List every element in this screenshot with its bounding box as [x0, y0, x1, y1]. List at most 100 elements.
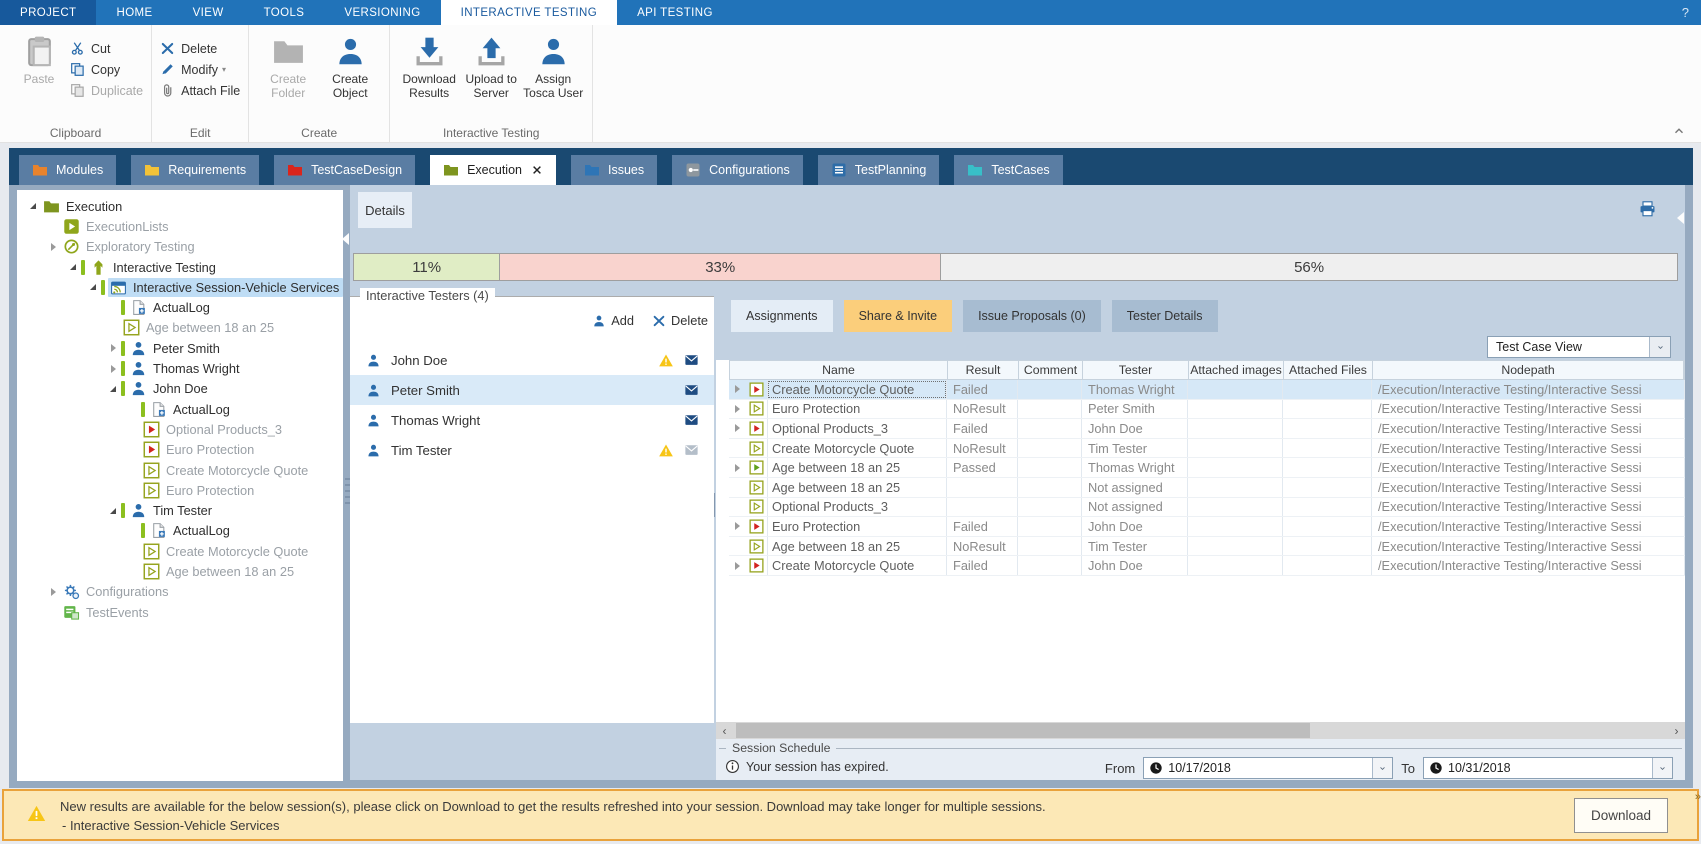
expander-closed-icon[interactable] — [45, 243, 61, 251]
row-expander-icon[interactable] — [729, 458, 745, 477]
tab-assignments[interactable]: Assignments — [731, 300, 833, 332]
tab-share-invite[interactable]: Share & Invite — [844, 300, 953, 332]
tab-modules[interactable]: Modules — [19, 155, 116, 185]
row-expander-icon[interactable] — [729, 400, 745, 419]
ribbon-button-delete[interactable]: Delete — [160, 38, 240, 59]
menu-item-home[interactable]: HOME — [96, 0, 172, 25]
menu-item-api-testing[interactable]: API TESTING — [617, 0, 733, 25]
ribbon-button-assign-tosca-user[interactable]: AssignTosca User — [522, 29, 584, 100]
from-date-picker[interactable]: 10/17/2018 — [1143, 757, 1393, 779]
tree-item-john-doe[interactable]: John Doe — [17, 379, 343, 399]
tree-item-euro-protection[interactable]: Euro Protection — [17, 440, 343, 460]
tree-item-peter-smith[interactable]: Peter Smith — [17, 338, 343, 358]
ribbon-button-modify[interactable]: Modify▾ — [160, 59, 240, 80]
menu-item-view[interactable]: VIEW — [173, 0, 244, 25]
ribbon-button-create-object[interactable]: CreateObject — [319, 29, 381, 100]
scrollbar-thumb[interactable] — [736, 723, 1310, 738]
tree-item-actuallog[interactable]: ActualLog — [17, 521, 343, 541]
table-row[interactable]: Age between 18 an 25NoResultTim Tester/E… — [729, 537, 1685, 557]
table-row[interactable]: Create Motorcycle QuoteNoResultTim Teste… — [729, 439, 1685, 459]
table-row[interactable]: Age between 18 an 25PassedThomas Wright/… — [729, 458, 1685, 478]
view-mode-dropdown-button[interactable] — [1649, 337, 1670, 357]
expander-open-icon[interactable] — [65, 264, 81, 270]
expander-closed-icon[interactable] — [105, 344, 121, 352]
table-row[interactable]: Euro ProtectionNoResultPeter Smith/Execu… — [729, 400, 1685, 420]
tree-item-configurations[interactable]: Configurations — [17, 582, 343, 602]
ribbon-button-download-results[interactable]: DownloadResults — [398, 29, 460, 100]
column-header-name[interactable]: Name — [730, 361, 948, 379]
ribbon-button-copy[interactable]: Copy — [70, 59, 143, 80]
tab-testplanning[interactable]: TestPlanning — [818, 155, 940, 185]
tree-item-optional-products-3[interactable]: Optional Products_3 — [17, 419, 343, 439]
row-expander-icon[interactable] — [729, 517, 745, 536]
horizontal-scrollbar[interactable]: ‹ › — [716, 722, 1685, 739]
tree-item-actuallog[interactable]: ActualLog — [17, 297, 343, 317]
from-date-dropdown-button[interactable] — [1372, 758, 1392, 778]
table-row[interactable]: Create Motorcycle QuoteFailedThomas Wrig… — [729, 380, 1685, 400]
table-row[interactable]: Age between 18 an 25Not assigned/Executi… — [729, 478, 1685, 498]
tree-item-testevents[interactable]: TestEvents — [17, 602, 343, 622]
tab-testcasedesign[interactable]: TestCaseDesign — [274, 155, 415, 185]
tester-row-tim-tester[interactable]: Tim Tester — [350, 435, 714, 465]
tree-item-interactive-session-vehicle-services[interactable]: Interactive Session-Vehicle Services — [17, 277, 343, 297]
notification-chevron-icon[interactable]: » — [1695, 791, 1701, 803]
menu-item-project[interactable]: PROJECT — [0, 0, 96, 25]
scroll-left-arrow[interactable]: ‹ — [716, 722, 733, 739]
expander-open-icon[interactable] — [105, 508, 121, 514]
column-header-nodepath[interactable]: Nodepath — [1373, 361, 1684, 379]
tester-row-thomas-wright[interactable]: Thomas Wright — [350, 405, 714, 435]
tree-item-execution[interactable]: Execution — [17, 196, 343, 216]
to-date-picker[interactable]: 10/31/2018 — [1423, 757, 1673, 779]
tester-row-john-doe[interactable]: John Doe — [350, 345, 714, 375]
table-row[interactable]: Optional Products_3Not assigned/Executio… — [729, 498, 1685, 518]
menu-item-tools[interactable]: TOOLS — [244, 0, 325, 25]
tree-item-tim-tester[interactable]: Tim Tester — [17, 500, 343, 520]
menu-item-versioning[interactable]: VERSIONING — [324, 0, 440, 25]
tree-item-create-motorcycle-quote[interactable]: Create Motorcycle Quote — [17, 460, 343, 480]
row-expander-icon[interactable] — [729, 556, 745, 575]
ribbon-button-attach-file[interactable]: Attach File — [160, 80, 240, 101]
table-row[interactable]: Create Motorcycle QuoteFailedJohn Doe/Ex… — [729, 556, 1685, 576]
view-mode-select[interactable]: Test Case View — [1487, 336, 1671, 358]
close-icon[interactable] — [531, 164, 543, 176]
ribbon-button-upload-to-server[interactable]: Upload toServer — [460, 29, 522, 100]
menu-item-interactive-testing[interactable]: INTERACTIVE TESTING — [441, 0, 617, 25]
tab-configurations[interactable]: Configurations — [672, 155, 803, 185]
expander-open-icon[interactable] — [85, 284, 101, 290]
dropdown-caret-icon[interactable]: ▾ — [222, 65, 226, 74]
table-row[interactable]: Euro ProtectionFailedJohn Doe/Execution/… — [729, 517, 1685, 537]
ribbon-collapse-icon[interactable] — [1671, 124, 1687, 138]
tab-requirements[interactable]: Requirements — [131, 155, 259, 185]
tree-item-age-between-18-an-25[interactable]: Age between 18 an 25 — [17, 561, 343, 581]
expander-closed-icon[interactable] — [45, 588, 61, 596]
tab-issues[interactable]: Issues — [571, 155, 657, 185]
column-header-result[interactable]: Result — [948, 361, 1019, 379]
tree-item-euro-protection[interactable]: Euro Protection — [17, 480, 343, 500]
tab-testcases[interactable]: TestCases — [954, 155, 1062, 185]
table-row[interactable]: Optional Products_3FailedJohn Doe/Execut… — [729, 419, 1685, 439]
panel-collapse-icon[interactable] — [1677, 212, 1684, 224]
column-header-attached-images[interactable]: Attached images — [1189, 361, 1284, 379]
tree-item-exploratory-testing[interactable]: Exploratory Testing — [17, 237, 343, 257]
tree-item-actuallog[interactable]: ActualLog — [17, 399, 343, 419]
tree-item-executionlists[interactable]: ExecutionLists — [17, 216, 343, 236]
column-header-tester[interactable]: Tester — [1083, 361, 1189, 379]
download-button[interactable]: Download — [1574, 798, 1668, 833]
tree-item-thomas-wright[interactable]: Thomas Wright — [17, 358, 343, 378]
print-icon[interactable] — [1637, 200, 1658, 218]
row-expander-icon[interactable] — [729, 419, 745, 438]
delete-tester-button[interactable]: Delete — [671, 313, 708, 328]
ribbon-button-cut[interactable]: Cut — [70, 38, 143, 59]
tab-details[interactable]: Details — [358, 192, 412, 228]
tab-execution[interactable]: Execution — [430, 155, 556, 185]
column-header-comment[interactable]: Comment — [1019, 361, 1083, 379]
expander-closed-icon[interactable] — [105, 365, 121, 373]
to-date-dropdown-button[interactable] — [1652, 758, 1672, 778]
tester-row-peter-smith[interactable]: Peter Smith — [350, 375, 714, 405]
row-expander-icon[interactable] — [729, 380, 745, 399]
expander-open-icon[interactable] — [25, 203, 41, 209]
expander-open-icon[interactable] — [105, 386, 121, 392]
column-header-attached-files[interactable]: Attached Files — [1284, 361, 1373, 379]
tree-item-age-between-18-an-25[interactable]: Age between 18 an 25 — [17, 318, 343, 338]
tree-item-create-motorcycle-quote[interactable]: Create Motorcycle Quote — [17, 541, 343, 561]
